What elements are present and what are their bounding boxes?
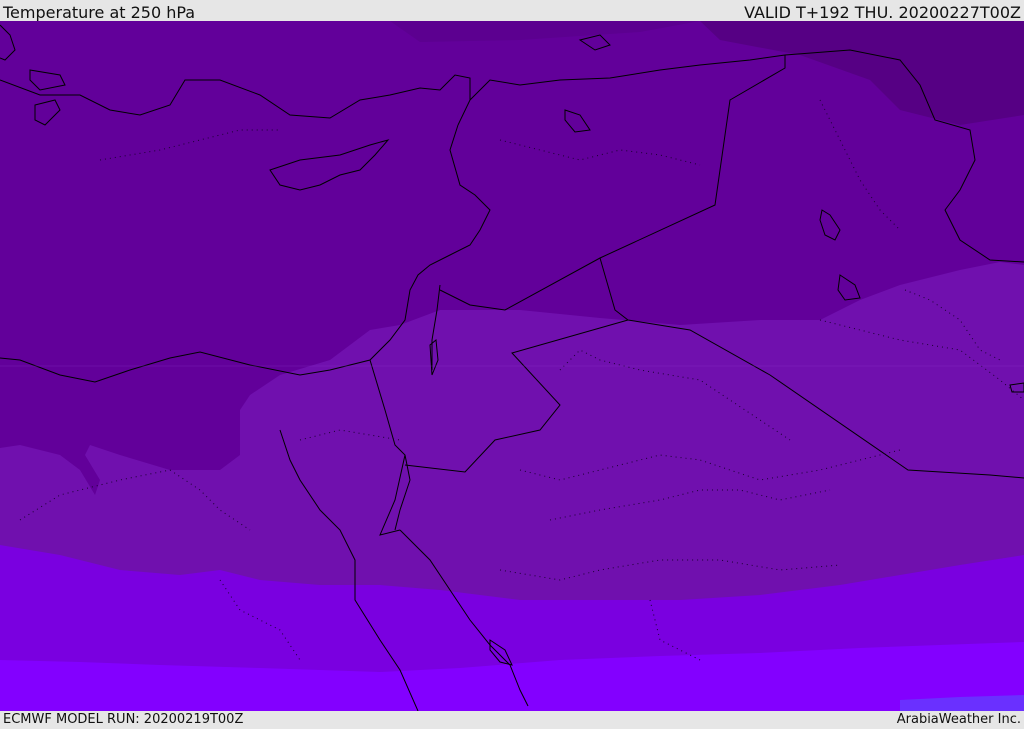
map-canvas [0,21,1024,711]
temperature-map [0,21,1024,711]
map-title: Temperature at 250 hPa [3,3,196,22]
footer-bar: ECMWF MODEL RUN: 20200219T00Z ArabiaWeat… [0,711,1024,729]
valid-time: VALID T+192 THU. 20200227T00Z [744,3,1021,22]
map-page: Temperature at 250 hPa VALID T+192 THU. … [0,0,1024,729]
credit-text: ArabiaWeather Inc. [896,712,1021,727]
model-run: ECMWF MODEL RUN: 20200219T00Z [3,712,244,727]
header-bar: Temperature at 250 hPa VALID T+192 THU. … [0,0,1024,22]
